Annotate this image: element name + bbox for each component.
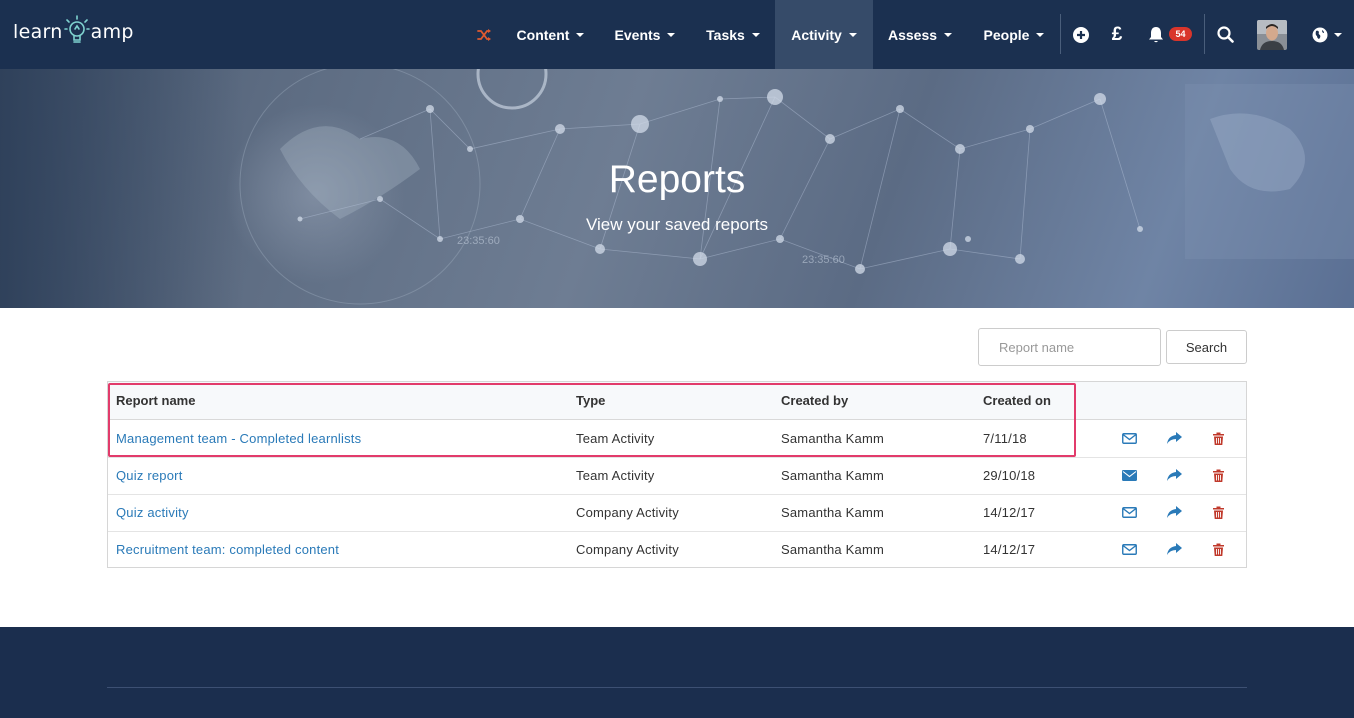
svg-text:23:35:60: 23:35:60	[457, 235, 500, 247]
caret-down-icon	[1036, 32, 1045, 37]
hero-banner: 23:35:60 23:35:60 Reports View your save…	[0, 69, 1354, 308]
report-name-link[interactable]: Recruitment team: completed content	[116, 531, 339, 568]
report-type: Team Activity	[576, 431, 655, 446]
share-arrow-icon[interactable]	[1164, 494, 1184, 531]
email-envelope-outline-icon[interactable]	[1119, 531, 1139, 568]
report-name-link[interactable]: Quiz report	[116, 457, 183, 494]
nav-divider	[1060, 14, 1061, 54]
report-type: Company Activity	[576, 542, 679, 557]
table-row: Quiz activity Company Activity Samantha …	[108, 494, 1246, 532]
column-header-type: Type	[576, 393, 606, 408]
nav-tasks-label: Tasks	[706, 26, 745, 43]
column-header-created-by: Created by	[781, 393, 849, 408]
share-arrow-icon[interactable]	[1164, 457, 1184, 494]
table-row: Recruitment team: completed content Comp…	[108, 531, 1246, 568]
report-creator: Samantha Kamm	[781, 468, 885, 483]
nav-tasks[interactable]: Tasks	[698, 0, 768, 69]
report-created-date: 14/12/17	[983, 542, 1036, 557]
caret-down-icon	[848, 32, 857, 37]
nav-events[interactable]: Events	[606, 0, 684, 69]
email-envelope-solid-icon[interactable]	[1119, 457, 1139, 494]
report-type: Team Activity	[576, 468, 655, 483]
report-created-date: 7/11/18	[983, 431, 1027, 446]
search-icon[interactable]	[1214, 0, 1236, 69]
nav-events-label: Events	[614, 26, 661, 43]
user-avatar[interactable]	[1257, 20, 1287, 50]
footer-divider	[107, 687, 1247, 688]
caret-down-icon	[1334, 32, 1342, 37]
language-globe-icon[interactable]	[1310, 0, 1344, 69]
caret-down-icon	[576, 32, 585, 37]
nav-activity[interactable]: Activity	[775, 0, 873, 69]
caret-down-icon	[751, 32, 760, 37]
column-header-created-on: Created on	[983, 393, 1051, 408]
page-subtitle: View your saved reports	[585, 215, 769, 234]
nav-assess-label: Assess	[887, 26, 938, 43]
column-header-report-name: Report name	[116, 393, 196, 408]
notification-count-badge: 54	[1169, 27, 1192, 41]
learn-amp-logo[interactable]: learn amp	[13, 14, 134, 50]
report-name-link[interactable]: Management team - Completed learnlists	[116, 420, 361, 457]
delete-trash-icon[interactable]	[1208, 531, 1228, 568]
delete-trash-icon[interactable]	[1208, 420, 1228, 457]
logo-text-right: amp	[90, 21, 134, 43]
nav-divider	[1204, 14, 1205, 54]
top-navbar: learn amp Content Events Tasks Activity …	[0, 0, 1354, 69]
table-row: Quiz report Team Activity Samantha Kamm …	[108, 457, 1246, 495]
report-type: Company Activity	[576, 505, 679, 520]
nav-content[interactable]: Content	[505, 0, 596, 69]
page-title: Reports	[608, 158, 746, 201]
svg-text:23:35:60: 23:35:60	[802, 254, 845, 266]
nav-assess[interactable]: Assess	[880, 0, 960, 69]
share-arrow-icon[interactable]	[1164, 420, 1184, 457]
report-creator: Samantha Kamm	[781, 505, 885, 520]
report-creator: Samantha Kamm	[781, 542, 885, 557]
nav-people-label: People	[983, 26, 1030, 43]
reports-table: Report name Type Created by Created on M…	[107, 381, 1247, 568]
email-envelope-outline-icon[interactable]	[1119, 420, 1139, 457]
nav-people[interactable]: People	[974, 0, 1054, 69]
nav-content-label: Content	[516, 26, 570, 43]
bell-icon[interactable]	[1145, 0, 1167, 69]
table-row: Management team - Completed learnlists T…	[108, 420, 1246, 458]
report-created-date: 14/12/17	[983, 505, 1036, 520]
search-button[interactable]: Search	[1166, 330, 1247, 364]
delete-trash-icon[interactable]	[1208, 494, 1228, 531]
shuffle-icon[interactable]	[474, 0, 494, 69]
report-name-search-input[interactable]	[978, 328, 1161, 366]
add-circle-icon[interactable]	[1070, 0, 1092, 69]
share-arrow-icon[interactable]	[1164, 531, 1184, 568]
delete-trash-icon[interactable]	[1208, 457, 1228, 494]
logo-text-left: learn	[13, 21, 63, 43]
email-envelope-outline-icon[interactable]	[1119, 494, 1139, 531]
report-name-link[interactable]: Quiz activity	[116, 494, 189, 531]
report-created-date: 29/10/18	[983, 468, 1036, 483]
caret-down-icon	[667, 32, 676, 37]
nav-activity-label: Activity	[791, 26, 842, 43]
currency-pound-icon[interactable]: £	[1106, 0, 1128, 69]
report-creator: Samantha Kamm	[781, 431, 885, 446]
table-header: Report name Type Created by Created on	[108, 382, 1246, 420]
caret-down-icon	[944, 32, 953, 37]
lightbulb-icon	[63, 15, 90, 43]
page-footer	[0, 627, 1354, 718]
